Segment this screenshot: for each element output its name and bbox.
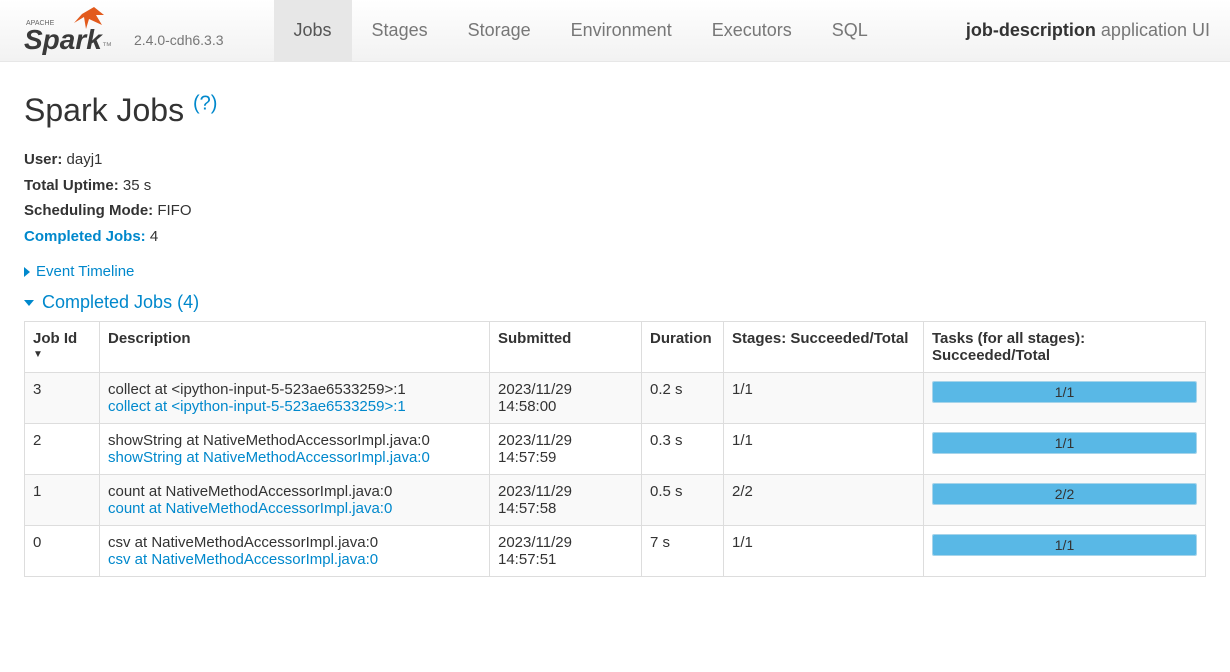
- th-duration[interactable]: Duration: [642, 322, 724, 373]
- desc-link[interactable]: count at NativeMethodAccessorImpl.java:0: [108, 500, 481, 517]
- desc-link[interactable]: collect at <ipython-input-5-523ae6533259…: [108, 398, 481, 415]
- content: Spark Jobs (?) User: dayj1 Total Uptime:…: [0, 62, 1230, 593]
- summary-sched: Scheduling Mode: FIFO: [24, 198, 1206, 224]
- desc-text: csv at NativeMethodAccessorImpl.java:0: [108, 534, 481, 551]
- summary-uptime: Total Uptime: 35 s: [24, 173, 1206, 199]
- cell-description: csv at NativeMethodAccessorImpl.java:0cs…: [100, 526, 490, 577]
- desc-text: count at NativeMethodAccessorImpl.java:0: [108, 483, 481, 500]
- svg-text:™: ™: [102, 41, 112, 52]
- th-description[interactable]: Description: [100, 322, 490, 373]
- cell-duration: 0.2 s: [642, 373, 724, 424]
- table-row: 3 collect at <ipython-input-5-523ae653325…: [25, 373, 1206, 424]
- task-progress: 1/1: [932, 381, 1197, 403]
- cell-stages: 1/1: [724, 526, 924, 577]
- task-progress-text: 1/1: [933, 433, 1196, 453]
- svg-text:Spark: Spark: [24, 24, 103, 55]
- tab-storage[interactable]: Storage: [448, 0, 551, 61]
- cell-tasks: 1/1: [924, 373, 1206, 424]
- cell-job-id: 1: [25, 475, 100, 526]
- task-progress: 1/1: [932, 534, 1197, 556]
- th-job-id[interactable]: Job Id ▼: [25, 322, 100, 373]
- jobs-table: Job Id ▼ Description Submitted Duration …: [24, 321, 1206, 577]
- tab-environment[interactable]: Environment: [551, 0, 692, 61]
- th-tasks[interactable]: Tasks (for all stages): Succeeded/Total: [924, 322, 1206, 373]
- summary-user: User: dayj1: [24, 147, 1206, 173]
- cell-description: collect at <ipython-input-5-523ae6533259…: [100, 373, 490, 424]
- cell-tasks: 2/2: [924, 475, 1206, 526]
- cell-submitted: 2023/11/29 14:57:59: [490, 424, 642, 475]
- tab-jobs[interactable]: Jobs: [274, 0, 352, 61]
- cell-job-id: 3: [25, 373, 100, 424]
- task-progress: 1/1: [932, 432, 1197, 454]
- app-title: job-description application UI: [966, 20, 1218, 41]
- table-row: 2 showString at NativeMethodAccessorImpl.…: [25, 424, 1206, 475]
- cell-submitted: 2023/11/29 14:57:51: [490, 526, 642, 577]
- caret-right-icon: [24, 267, 30, 277]
- sched-value: FIFO: [157, 202, 191, 219]
- caret-down-icon: [24, 300, 34, 306]
- user-label: User:: [24, 151, 62, 168]
- tab-executors[interactable]: Executors: [692, 0, 812, 61]
- tab-sql[interactable]: SQL: [812, 0, 888, 61]
- completed-section-label: Completed Jobs (4): [42, 292, 199, 313]
- sched-label: Scheduling Mode:: [24, 202, 153, 219]
- task-progress-text: 2/2: [933, 484, 1196, 504]
- th-job-id-label: Job Id: [33, 330, 77, 347]
- table-row: 1count at NativeMethodAccessorImpl.java:…: [25, 475, 1206, 526]
- cell-duration: 0.3 s: [642, 424, 724, 475]
- event-timeline-toggle[interactable]: Event Timeline: [24, 263, 1206, 280]
- cell-tasks: 1/1: [924, 526, 1206, 577]
- summary-completed[interactable]: Completed Jobs: 4: [24, 224, 1206, 250]
- cell-duration: 0.5 s: [642, 475, 724, 526]
- event-timeline-label: Event Timeline: [36, 263, 134, 280]
- cell-submitted: 2023/11/29 14:57:58: [490, 475, 642, 526]
- cell-submitted: 2023/11/29 14:58:00: [490, 373, 642, 424]
- th-submitted[interactable]: Submitted: [490, 322, 642, 373]
- cell-stages: 2/2: [724, 475, 924, 526]
- nav-tabs: JobsStagesStorageEnvironmentExecutorsSQL: [274, 0, 888, 61]
- table-row: 0csv at NativeMethodAccessorImpl.java:0c…: [25, 526, 1206, 577]
- cell-job-id: 0: [25, 526, 100, 577]
- user-value: dayj1: [67, 151, 103, 168]
- desc-link[interactable]: showString at NativeMethodAccessorImpl.j…: [108, 449, 481, 466]
- navbar: APACHE Spark ™ 2.4.0-cdh6.3.3 JobsStages…: [0, 0, 1230, 62]
- cell-stages: 1/1: [724, 373, 924, 424]
- cell-tasks: 1/1: [924, 424, 1206, 475]
- summary-list: User: dayj1 Total Uptime: 35 s Schedulin…: [24, 147, 1206, 249]
- page-title-text: Spark Jobs: [24, 92, 184, 128]
- task-progress-text: 1/1: [933, 382, 1196, 402]
- tab-stages[interactable]: Stages: [352, 0, 448, 61]
- desc-text: showString at NativeMethodAccessorImpl.j…: [108, 432, 481, 449]
- uptime-value: 35 s: [123, 177, 151, 194]
- help-icon[interactable]: (?): [193, 92, 217, 114]
- spark-version: 2.4.0-cdh6.3.3: [134, 32, 224, 48]
- sort-desc-icon: ▼: [33, 349, 91, 360]
- cell-job-id: 2: [25, 424, 100, 475]
- completed-jobs-label[interactable]: Completed Jobs:: [24, 228, 146, 245]
- page-title: Spark Jobs (?): [24, 92, 1206, 129]
- cell-description: count at NativeMethodAccessorImpl.java:0…: [100, 475, 490, 526]
- task-progress-text: 1/1: [933, 535, 1196, 555]
- completed-jobs-toggle[interactable]: Completed Jobs (4): [24, 292, 1206, 313]
- app-suffix: application UI: [1101, 20, 1210, 40]
- desc-link[interactable]: csv at NativeMethodAccessorImpl.java:0: [108, 551, 481, 568]
- cell-stages: 1/1: [724, 424, 924, 475]
- cell-duration: 7 s: [642, 526, 724, 577]
- brand[interactable]: APACHE Spark ™ 2.4.0-cdh6.3.3: [24, 5, 224, 57]
- uptime-label: Total Uptime:: [24, 177, 119, 194]
- th-stages[interactable]: Stages: Succeeded/Total: [724, 322, 924, 373]
- app-name: job-description: [966, 20, 1096, 40]
- completed-jobs-value: 4: [150, 228, 158, 245]
- task-progress: 2/2: [932, 483, 1197, 505]
- cell-description: showString at NativeMethodAccessorImpl.j…: [100, 424, 490, 475]
- spark-logo-icon: APACHE Spark ™: [24, 5, 124, 57]
- table-header-row: Job Id ▼ Description Submitted Duration …: [25, 322, 1206, 373]
- desc-text: collect at <ipython-input-5-523ae6533259…: [108, 381, 481, 398]
